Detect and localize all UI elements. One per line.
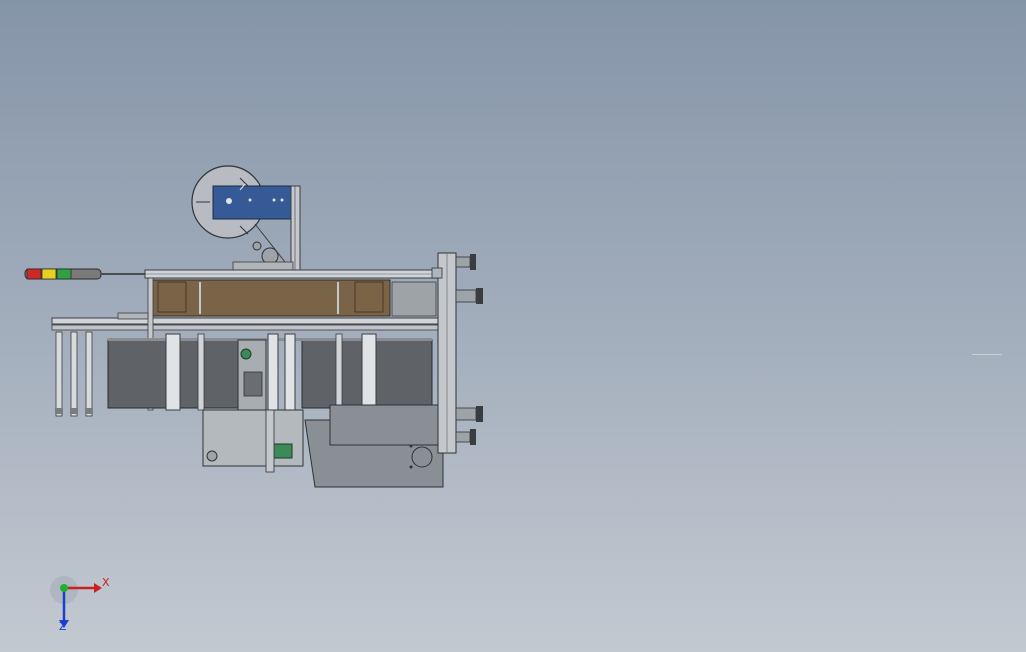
- brown-cover-panel: [151, 279, 437, 317]
- center-mechanism: [237, 339, 267, 411]
- lower-assembly: [202, 409, 304, 473]
- axis-triad: [50, 576, 102, 628]
- label-head-plate: [212, 183, 294, 220]
- z-axis-label: Z: [59, 620, 67, 633]
- hand-wheels[interactable]: [455, 254, 483, 445]
- edge-highlight: [972, 354, 1002, 355]
- signal-red: [26, 268, 42, 280]
- x-axis-label: X: [102, 576, 110, 589]
- infeed-rollers: [55, 331, 93, 417]
- top-rail: [144, 269, 441, 279]
- y-axis-dot: [60, 584, 68, 592]
- machine-model-drawing[interactable]: [0, 0, 1026, 652]
- signal-green: [56, 268, 72, 280]
- cad-viewport[interactable]: X Z: [0, 0, 1026, 652]
- base-cabinet: [304, 404, 444, 488]
- signal-tower: [24, 268, 146, 280]
- signal-yellow: [41, 268, 57, 280]
